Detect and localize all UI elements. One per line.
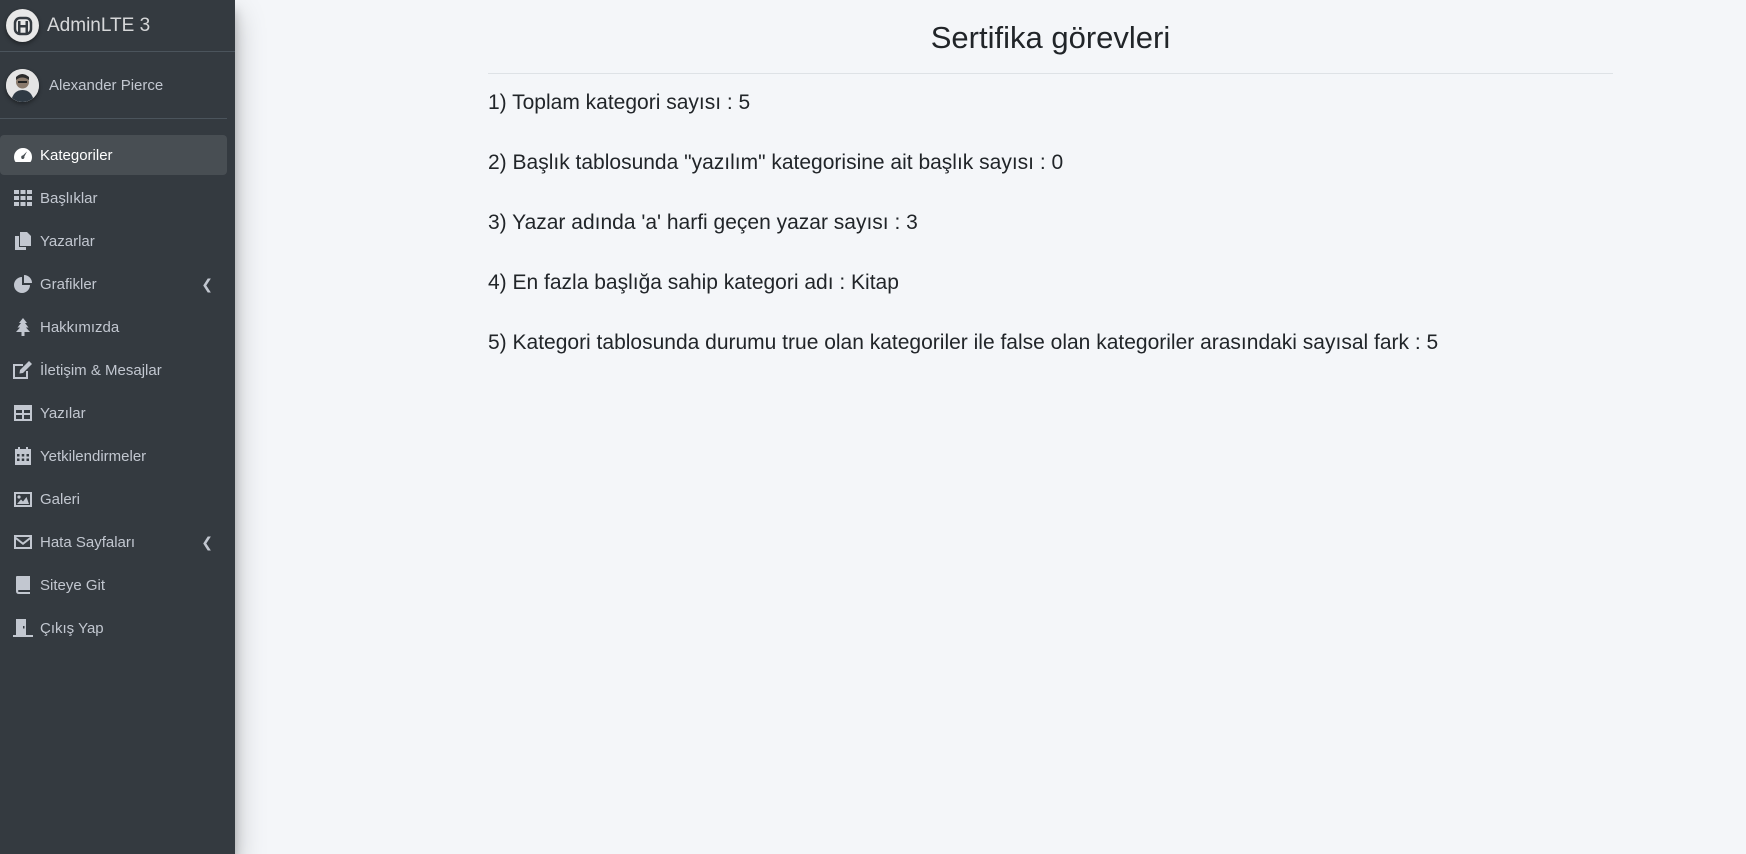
sidebar-item-label: Galeri <box>40 490 81 508</box>
adminlte-logo-icon <box>6 9 39 42</box>
door-icon <box>12 619 34 637</box>
main-content: Sertifika görevleri 1) Toplam kategori s… <box>488 0 1613 372</box>
avatar <box>6 68 39 102</box>
sidebar-item-siteye-git[interactable]: Siteye Git <box>0 565 227 605</box>
sidebar-item-label: Çıkış Yap <box>40 619 104 637</box>
sidebar-nav: Kategoriler Başlıklar Yazarlar Grafikler… <box>0 135 235 648</box>
calendar-icon <box>12 447 34 465</box>
chevron-left-icon[interactable]: ❮ <box>201 534 213 551</box>
sidebar-item-iletisim-mesajlar[interactable]: İletişim & Mesajlar <box>0 350 227 390</box>
sidebar: AdminLTE 3 Alexander Pierce Kategoriler <box>0 0 235 854</box>
task-item: 1) Toplam kategori sayısı : 5 <box>488 91 751 114</box>
book-icon <box>12 576 34 594</box>
image-icon <box>12 490 34 508</box>
tachometer-icon <box>12 146 34 164</box>
task-item: 4) En fazla başlığa sahip kategori adı :… <box>488 271 899 294</box>
user-panel[interactable]: Alexander Pierce <box>0 52 227 119</box>
pie-chart-icon <box>12 275 34 293</box>
sidebar-item-label: Yazarlar <box>40 232 95 250</box>
copy-icon <box>12 232 34 250</box>
sidebar-item-cikis-yap[interactable]: Çıkış Yap <box>0 608 227 648</box>
sidebar-item-grafikler[interactable]: Grafikler ❮ <box>0 264 227 304</box>
edit-icon <box>12 361 34 379</box>
table-icon <box>12 404 34 422</box>
sidebar-item-hata-sayfalari[interactable]: Hata Sayfaları ❮ <box>0 522 227 562</box>
sidebar-item-label: Grafikler <box>40 275 97 293</box>
sidebar-item-label: Hakkımızda <box>40 318 120 336</box>
sidebar-item-yetkilendirmeler[interactable]: Yetkilendirmeler <box>0 436 227 476</box>
sidebar-item-hakkimizda[interactable]: Hakkımızda <box>0 307 227 347</box>
grid-icon <box>12 189 34 207</box>
brand-name: AdminLTE 3 <box>47 14 151 36</box>
sidebar-item-kategoriler[interactable]: Kategoriler <box>0 135 227 175</box>
sidebar-item-label: Yazılar <box>40 404 86 422</box>
sidebar-item-label: İletişim & Mesajlar <box>40 361 162 379</box>
brand-link[interactable]: AdminLTE 3 <box>0 0 235 52</box>
user-name: Alexander Pierce <box>49 76 164 94</box>
chevron-left-icon[interactable]: ❮ <box>201 276 213 293</box>
sidebar-item-basliklar[interactable]: Başlıklar <box>0 178 227 218</box>
envelope-icon <box>12 533 34 551</box>
task-item: 3) Yazar adında 'a' harfi geçen yazar sa… <box>488 211 918 234</box>
sidebar-item-label: Siteye Git <box>40 576 106 594</box>
sidebar-item-label: Hata Sayfaları <box>40 533 136 551</box>
task-item: 2) Başlık tablosunda "yazılım" kategoris… <box>488 151 1064 174</box>
sidebar-item-yazarlar[interactable]: Yazarlar <box>0 221 227 261</box>
sidebar-item-label: Başlıklar <box>40 189 98 207</box>
page-title: Sertifika görevleri <box>488 0 1613 74</box>
sidebar-item-label: Yetkilendirmeler <box>40 447 147 465</box>
tree-icon <box>12 318 34 336</box>
sidebar-item-galeri[interactable]: Galeri <box>0 479 227 519</box>
task-item: 5) Kategori tablosunda durumu true olan … <box>488 331 1439 354</box>
sidebar-item-yazilar[interactable]: Yazılar <box>0 393 227 433</box>
sidebar-item-label: Kategoriler <box>40 146 113 164</box>
